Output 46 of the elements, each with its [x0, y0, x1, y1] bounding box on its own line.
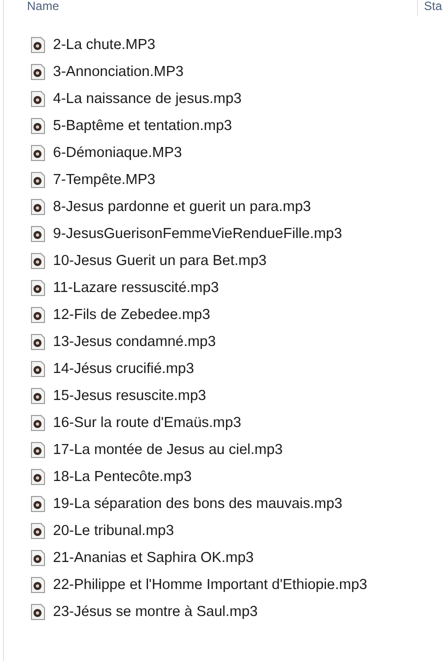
file-name[interactable]: 7-Tempête.MP3	[53, 172, 156, 188]
file-name[interactable]: 17-La montée de Jesus au ciel.mp3	[53, 442, 283, 458]
file-name[interactable]: 16-Sur la route d'Emaüs.mp3	[53, 414, 242, 430]
audio-file-icon	[31, 226, 45, 242]
file-name[interactable]: 13-Jesus condamné.mp3	[53, 334, 216, 350]
file-name[interactable]: 2-La chute.MP3	[53, 36, 156, 52]
file-name[interactable]: 6-Démoniaque.MP3	[53, 144, 182, 160]
audio-file-icon	[31, 388, 45, 404]
audio-file-icon	[31, 144, 45, 160]
audio-file-icon	[31, 334, 45, 350]
audio-file-icon	[31, 36, 45, 52]
audio-file-icon	[31, 118, 45, 134]
audio-file-icon	[31, 604, 45, 620]
file-name[interactable]: 9-JesusGuerisonFemmeVieRendueFille.mp3	[53, 226, 342, 242]
file-name[interactable]: 4-La naissance de jesus.mp3	[53, 90, 242, 106]
audio-file-icon	[31, 576, 45, 592]
file-name[interactable]: 23-Jésus se montre à Saul.mp3	[53, 604, 258, 620]
audio-file-icon	[31, 306, 45, 322]
audio-file-icon	[31, 496, 45, 512]
file-name[interactable]: 11-Lazare ressuscité.mp3	[53, 280, 219, 296]
file-name[interactable]: 10-Jesus Guerit un para Bet.mp3	[53, 252, 267, 268]
audio-file-icon	[31, 64, 45, 80]
file-name[interactable]: 19-La séparation des bons des mauvais.mp3	[53, 496, 342, 512]
file-name[interactable]: 8-Jesus pardonne et guerit un para.mp3	[53, 198, 311, 214]
file-name[interactable]: 12-Fils de Zebedee.mp3	[53, 306, 210, 322]
file-name[interactable]: 14-Jésus crucifié.mp3	[53, 360, 194, 376]
audio-file-icon	[31, 442, 45, 458]
file-name[interactable]: 22-Philippe et l'Homme Important d'Ethiopie.mp3	[53, 576, 368, 592]
audio-file-icon	[31, 414, 45, 430]
audio-file-icon	[31, 522, 45, 538]
file-name[interactable]: 21-Ananias et Saphira OK.mp3	[53, 550, 254, 566]
audio-file-icon	[31, 550, 45, 566]
file-name[interactable]: 15-Jesus resuscite.mp3	[53, 388, 206, 404]
file-name[interactable]: 20-Le tribunal.mp3	[53, 522, 174, 538]
audio-file-icon	[31, 360, 45, 376]
column-header[interactable]: Name	[27, 0, 417, 12]
audio-file-icon	[31, 252, 45, 268]
audio-file-icon	[31, 468, 45, 484]
file-name[interactable]: 5-Baptême et tentation.mp3	[53, 118, 232, 134]
audio-file-icon	[31, 198, 45, 214]
column-header[interactable]: Sta	[417, 0, 448, 16]
audio-file-icon	[31, 172, 45, 188]
audio-file-icon	[31, 280, 45, 296]
audio-file-icon	[31, 90, 45, 106]
file-name[interactable]: 18-La Pentecôte.mp3	[53, 468, 192, 484]
file-name[interactable]: 3-Annonciation.MP3	[53, 64, 184, 80]
